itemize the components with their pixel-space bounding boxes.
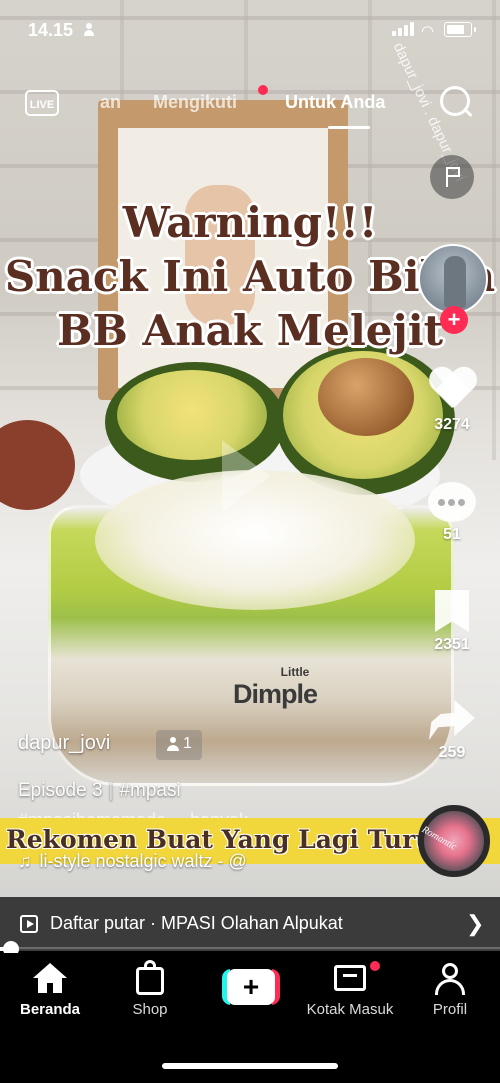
comment-count: 51 <box>443 526 461 543</box>
battery-icon <box>444 22 476 37</box>
hashtag-mpasi[interactable]: #mpasi <box>119 780 180 801</box>
nav-profile[interactable]: Profil <box>400 963 500 1018</box>
tab-partial[interactable]: an <box>100 92 121 113</box>
comment-icon <box>428 482 476 522</box>
episode-label[interactable]: Episode 3 <box>18 780 103 801</box>
avocado-seed <box>318 358 414 436</box>
live-button[interactable]: LIVE <box>25 90 59 116</box>
playlist-bar[interactable]: Daftar putar · MPASI Olahan Alpukat ❯ <box>0 897 500 949</box>
shopping-bag-icon <box>136 960 164 995</box>
plus-icon: + <box>227 969 275 1005</box>
comment-button[interactable]: 51 <box>420 482 484 544</box>
music-info[interactable]: ♫ li-style nostalgic waltz - @ <box>18 851 247 872</box>
top-nav: LIVE an Mengikuti Untuk Anda <box>0 82 500 132</box>
friend-icon <box>167 737 179 751</box>
headline-line-3: BB Anak Melejit <box>56 306 444 355</box>
heart-icon <box>428 368 476 412</box>
save-button[interactable]: 2351 <box>420 590 484 654</box>
share-arrow-icon <box>429 700 475 740</box>
person-icon <box>84 23 94 36</box>
playlist-icon <box>20 915 38 933</box>
nav-shop[interactable]: Shop <box>100 960 200 1018</box>
post-description: Episode 3 | #mpasi <box>18 780 181 801</box>
music-note-icon: ♫ <box>18 851 32 871</box>
video-player[interactable]: Little Dimple Warning!!! Snack Ini Auto … <box>0 0 500 945</box>
creator-username[interactable]: dapur_jovi <box>18 732 110 755</box>
create-button[interactable]: + <box>222 969 280 1005</box>
status-bar: 14.15 ◠ <box>0 0 500 60</box>
report-flag-button[interactable] <box>430 155 474 199</box>
wifi-icon: ◠ <box>421 23 435 40</box>
share-button[interactable]: 259 <box>420 700 484 762</box>
headline-line-1: Warning!!! <box>122 198 378 247</box>
chevron-right-icon: ❯ <box>466 911 485 936</box>
playlist-title: Daftar putar · MPASI Olahan Alpukat <box>50 913 343 933</box>
inbox-notification-dot <box>370 961 380 971</box>
creator-avatar[interactable] <box>418 244 488 314</box>
nav-home[interactable]: Beranda <box>0 963 100 1018</box>
tab-following[interactable]: Mengikuti <box>153 92 237 113</box>
product-brand-logo: Little Dimple <box>232 665 318 709</box>
like-button[interactable]: 3274 <box>420 368 484 434</box>
share-count: 259 <box>438 744 466 761</box>
search-icon[interactable] <box>440 86 470 116</box>
follow-button[interactable]: + <box>440 306 468 334</box>
save-count: 2351 <box>434 636 470 653</box>
friends-badge[interactable]: 1 <box>156 730 202 760</box>
profile-icon <box>435 963 465 995</box>
inbox-icon <box>334 965 366 991</box>
music-title: li-style nostalgic waltz - @ <box>39 851 247 871</box>
video-progress-bar[interactable] <box>0 941 500 957</box>
bookmark-icon <box>435 590 469 632</box>
like-count: 3274 <box>434 416 470 433</box>
home-icon <box>33 963 67 993</box>
play-icon[interactable] <box>222 440 270 512</box>
following-notification-dot <box>258 85 268 95</box>
status-time: 14.15 <box>28 20 74 40</box>
signal-icon <box>392 22 414 36</box>
active-tab-indicator <box>328 126 370 129</box>
nav-inbox[interactable]: Kotak Masuk <box>300 963 400 1018</box>
home-indicator <box>162 1063 338 1069</box>
tab-for-you[interactable]: Untuk Anda <box>285 92 385 113</box>
